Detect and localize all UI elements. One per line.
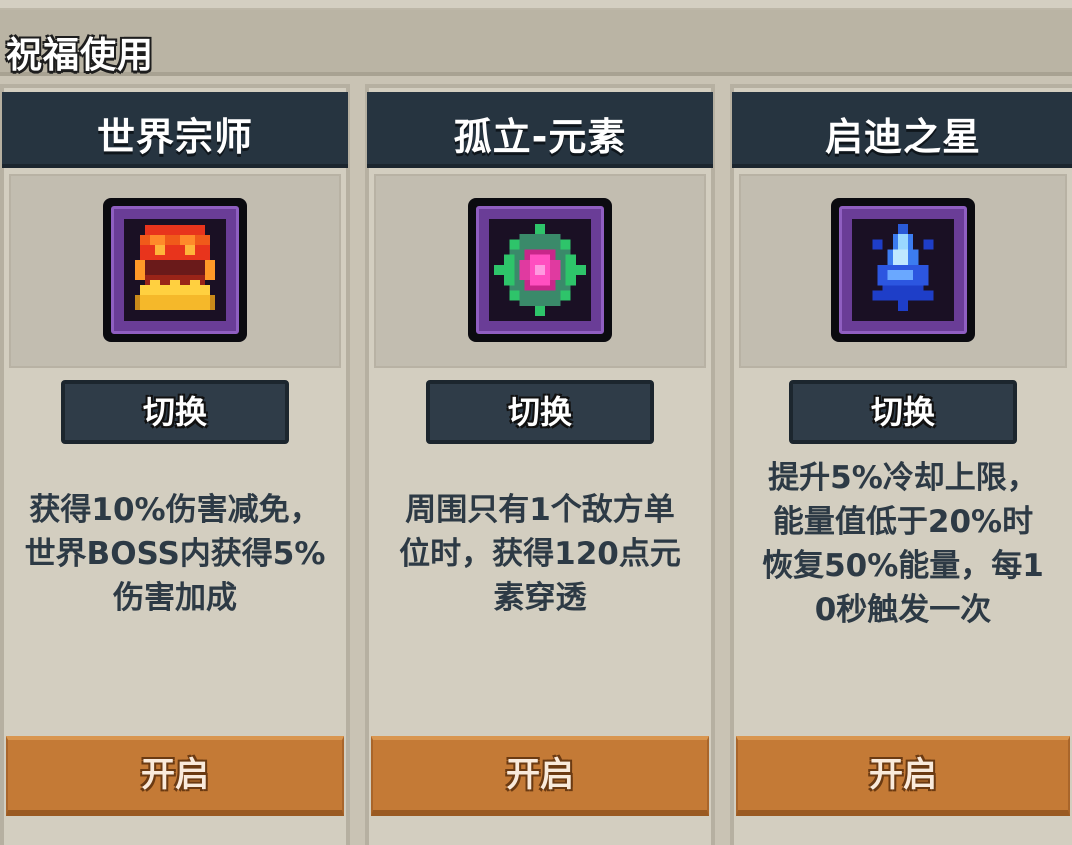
- card-title-bar: 启迪之星: [732, 92, 1072, 168]
- card-title: 孤立-元素: [453, 115, 627, 159]
- card-description: 周围只有1个敌方单 位时，获得120点元 素穿透: [369, 488, 711, 620]
- icon-panel: [739, 174, 1067, 368]
- open-button[interactable]: 开启: [6, 736, 344, 816]
- icon-frame: [468, 198, 612, 342]
- open-button-label: 开启: [141, 755, 209, 795]
- switch-button[interactable]: 切换: [426, 380, 654, 444]
- blessing-card-isolated-element: 孤立-元素 切换 周围只有1个敌方单 位时，获得120点元 素穿透 开启: [365, 84, 715, 845]
- switch-button[interactable]: 切换: [789, 380, 1017, 444]
- switch-button-label: 切换: [870, 393, 935, 431]
- blue-star-icon: [852, 219, 954, 321]
- card-title: 启迪之星: [824, 115, 981, 159]
- top-strip: [0, 0, 1072, 10]
- open-button-label: 开启: [506, 755, 574, 795]
- icon-panel: [374, 174, 706, 368]
- card-title-bar: 孤立-元素: [367, 92, 713, 168]
- description-line: 周围只有1个敌方单: [405, 492, 675, 528]
- description-line: 伤害加成: [113, 580, 237, 616]
- description-line: 恢复50%能量，每1: [762, 548, 1044, 584]
- description-line: 素穿透: [493, 580, 587, 616]
- element-gem-icon: [489, 219, 591, 321]
- card-title: 世界宗师: [96, 115, 253, 159]
- description-line: 能量值低于20%时: [772, 504, 1034, 540]
- description-line: 提升5%冷却上限，: [768, 460, 1038, 496]
- open-button-label: 开启: [869, 755, 937, 795]
- switch-button-label: 切换: [142, 393, 207, 431]
- header-bar: 祝福使用: [0, 10, 1072, 76]
- blessing-card-world-master: 世界宗师 切换 获得10%伤害减免， 世界BOSS内获得5% 伤害加成 开启: [0, 84, 350, 845]
- icon-panel: [9, 174, 341, 368]
- switch-button-label: 切换: [507, 393, 572, 431]
- open-button[interactable]: 开启: [736, 736, 1070, 816]
- description-line: 0秒触发一次: [814, 592, 992, 628]
- card-description: 获得10%伤害减免， 世界BOSS内获得5% 伤害加成: [4, 488, 346, 620]
- description-line: 获得10%伤害减免，: [29, 492, 321, 528]
- open-button[interactable]: 开启: [371, 736, 709, 816]
- card-description: 提升5%冷却上限， 能量值低于20%时 恢复50%能量，每1 0秒触发一次: [734, 456, 1072, 632]
- fire-chest-icon: [124, 219, 226, 321]
- switch-button[interactable]: 切换: [61, 380, 289, 444]
- description-line: 世界BOSS内获得5%: [24, 536, 326, 572]
- blessing-card-enlightenment-star: 启迪之星 切换 提升5%冷却上限， 能量值低于20%时 恢复50%能量，每1 0…: [730, 84, 1072, 845]
- icon-frame: [103, 198, 247, 342]
- card-title-bar: 世界宗师: [2, 92, 348, 168]
- icon-frame: [831, 198, 975, 342]
- description-line: 位时，获得120点元: [399, 536, 681, 572]
- page-title: 祝福使用: [6, 35, 155, 76]
